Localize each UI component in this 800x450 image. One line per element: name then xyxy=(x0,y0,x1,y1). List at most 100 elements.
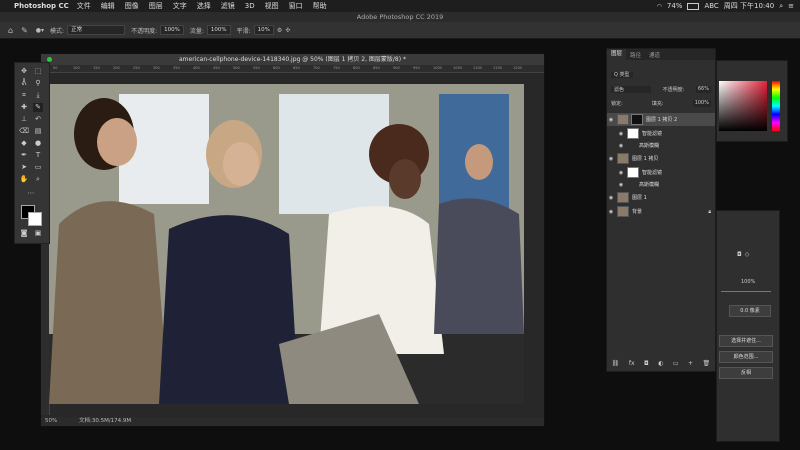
hand-tool-icon[interactable]: ✋ xyxy=(19,175,29,184)
filter-row[interactable]: ◉ 高斯模糊 xyxy=(607,178,715,191)
menu-view[interactable]: 视图 xyxy=(265,1,279,11)
screen-mode-icon[interactable]: ▣ xyxy=(33,229,43,238)
vector-mask-icon[interactable]: ◇ xyxy=(745,251,750,258)
adjustment-layer-icon[interactable]: ◐ xyxy=(658,360,663,367)
delete-layer-icon[interactable]: 🗑︎ xyxy=(703,360,711,367)
density-value[interactable]: 100% xyxy=(741,279,755,285)
input-method[interactable]: ABC xyxy=(704,2,718,10)
visibility-eye-icon[interactable]: ◉ xyxy=(607,117,615,123)
history-brush-icon[interactable]: ↶ xyxy=(33,115,43,124)
blend-mode-select[interactable]: 滤色 xyxy=(611,86,651,93)
flow-field[interactable]: 100% xyxy=(206,25,231,35)
pixel-mask-icon[interactable]: ◘ xyxy=(737,251,742,258)
crop-tool-icon[interactable]: ⌗ xyxy=(19,91,29,100)
document-tab[interactable]: american-cellphone-device-1418340.jpg @ … xyxy=(41,54,544,65)
tab-layers[interactable]: 图层 xyxy=(607,49,627,60)
move-tool-icon[interactable]: ✥ xyxy=(19,67,29,76)
quick-mask-icon[interactable]: ◙ xyxy=(19,229,29,238)
wifi-icon[interactable]: ◠ xyxy=(657,3,662,10)
type-tool-icon[interactable]: T xyxy=(33,151,43,160)
visibility-eye-icon[interactable]: ◉ xyxy=(617,143,625,149)
layer-name[interactable]: 智能滤镜 xyxy=(642,130,662,137)
fill-field[interactable]: 100% xyxy=(692,100,711,107)
hue-slider[interactable] xyxy=(772,81,780,131)
mode-select[interactable]: 正常 xyxy=(67,25,126,35)
menu-file[interactable]: 文件 xyxy=(77,1,91,11)
marquee-tool-icon[interactable]: ⬚ xyxy=(33,67,43,76)
brush-icon[interactable]: ✎ xyxy=(33,103,43,112)
layer-kind-filter[interactable]: Q 类型 xyxy=(611,72,633,78)
smoothing-field[interactable]: 10% xyxy=(253,25,274,35)
filter-row[interactable]: ◉ 高斯模糊 xyxy=(607,139,715,152)
tab-channels[interactable]: 通道 xyxy=(645,51,664,59)
visibility-eye-icon[interactable]: ◉ xyxy=(617,182,625,188)
menu-layer[interactable]: 图层 xyxy=(149,1,163,11)
brush-tool-icon[interactable]: ✎ xyxy=(21,26,28,35)
invert-button[interactable]: 反相 xyxy=(719,367,773,379)
menu-filter[interactable]: 滤镜 xyxy=(221,1,235,11)
home-icon[interactable]: ⌂ xyxy=(8,26,13,35)
gradient-icon[interactable]: ▤ xyxy=(33,127,43,136)
app-name-menu[interactable]: Photoshop CC xyxy=(14,2,69,10)
ruler-top[interactable]: 50 100 150 200 250 300 350 400 450 500 550 600 650 70… xyxy=(49,65,544,73)
layer-name[interactable]: 高斯模糊 xyxy=(639,181,659,188)
eyedropper-icon[interactable]: ⤓ xyxy=(33,91,43,100)
eraser-icon[interactable]: ⌫ xyxy=(19,127,29,136)
background-color-swatch[interactable] xyxy=(28,212,42,226)
visibility-eye-icon[interactable]: ◉ xyxy=(617,170,625,176)
zoom-level[interactable]: 50% xyxy=(45,418,57,424)
select-and-mask-button[interactable]: 选择并遮住... xyxy=(719,335,773,347)
document-size[interactable]: 文档:30.5M/174.9M xyxy=(79,418,131,424)
edit-toolbar-icon[interactable]: ⋯ xyxy=(26,189,36,198)
color-range-button[interactable]: 颜色范围... xyxy=(719,351,773,363)
filter-mask-thumbnail[interactable] xyxy=(627,128,639,139)
menu-type[interactable]: 文字 xyxy=(173,1,187,11)
color-field[interactable] xyxy=(719,81,767,131)
visibility-eye-icon[interactable]: ◉ xyxy=(607,209,615,215)
add-mask-icon[interactable]: ◘ xyxy=(644,360,649,367)
visibility-eye-icon[interactable]: ◉ xyxy=(607,156,615,162)
layer-row-copy[interactable]: ◉ 图层 1 拷贝 xyxy=(607,152,715,165)
layer-name[interactable]: 背景 xyxy=(632,208,642,215)
rectangle-tool-icon[interactable]: ▭ xyxy=(33,163,43,172)
path-select-icon[interactable]: ➤ xyxy=(19,163,29,172)
menu-3d[interactable]: 3D xyxy=(245,2,255,10)
fx-icon[interactable]: fx xyxy=(629,360,635,367)
clock[interactable]: 周四 下午10:40 xyxy=(724,1,774,11)
zoom-tool-icon[interactable]: ⌕ xyxy=(33,175,43,184)
layer-row-background[interactable]: ◉ 背景 🔒︎ xyxy=(607,205,715,218)
link-layers-icon[interactable]: ⛓ xyxy=(612,360,620,367)
battery-icon[interactable] xyxy=(687,2,700,10)
new-group-icon[interactable]: ▭ xyxy=(673,360,679,367)
menu-edit[interactable]: 编辑 xyxy=(101,1,115,11)
density-slider[interactable] xyxy=(721,291,771,292)
layer-name[interactable]: 图层 1 拷贝 xyxy=(632,155,658,162)
blur-icon[interactable]: ◆ xyxy=(19,139,29,148)
visibility-eye-icon[interactable]: ◉ xyxy=(617,131,625,137)
menu-list-icon[interactable]: ≡ xyxy=(788,2,794,10)
layer-name[interactable]: 高斯模糊 xyxy=(639,142,659,149)
layer-name[interactable]: 图层 1 xyxy=(632,194,647,201)
gear-icon[interactable]: ⚙ xyxy=(277,27,282,34)
layer-name[interactable]: 图层 1 拷贝 2 xyxy=(646,116,677,123)
layer-opacity-field[interactable]: 66% xyxy=(695,86,711,93)
tab-paths[interactable]: 路径 xyxy=(626,51,645,59)
filter-mask-thumbnail[interactable] xyxy=(627,167,639,178)
menu-window[interactable]: 窗口 xyxy=(289,1,303,11)
magic-wand-icon[interactable]: ⚲ xyxy=(33,79,43,88)
feather-field[interactable]: 0.0 像素 xyxy=(729,305,771,317)
layer-row-copy2[interactable]: ◉ 图层 1 拷贝 2 xyxy=(607,113,715,126)
menu-image[interactable]: 图像 xyxy=(125,1,139,11)
canvas-photo[interactable] xyxy=(49,84,524,404)
layer-name[interactable]: 智能滤镜 xyxy=(642,169,662,176)
pen-icon[interactable]: ✒ xyxy=(19,151,29,160)
brush-preset-icon[interactable]: ●▾ xyxy=(36,27,44,34)
menu-help[interactable]: 帮助 xyxy=(313,1,327,11)
menu-select[interactable]: 选择 xyxy=(197,1,211,11)
new-layer-icon[interactable]: + xyxy=(688,360,693,367)
symmetry-icon[interactable]: ✣ xyxy=(285,27,290,34)
visibility-eye-icon[interactable]: ◉ xyxy=(607,195,615,201)
lasso-tool-icon[interactable]: ᕔ xyxy=(19,79,29,88)
opacity-field[interactable]: 100% xyxy=(160,25,184,35)
layer-mask-thumbnail[interactable] xyxy=(631,114,643,125)
